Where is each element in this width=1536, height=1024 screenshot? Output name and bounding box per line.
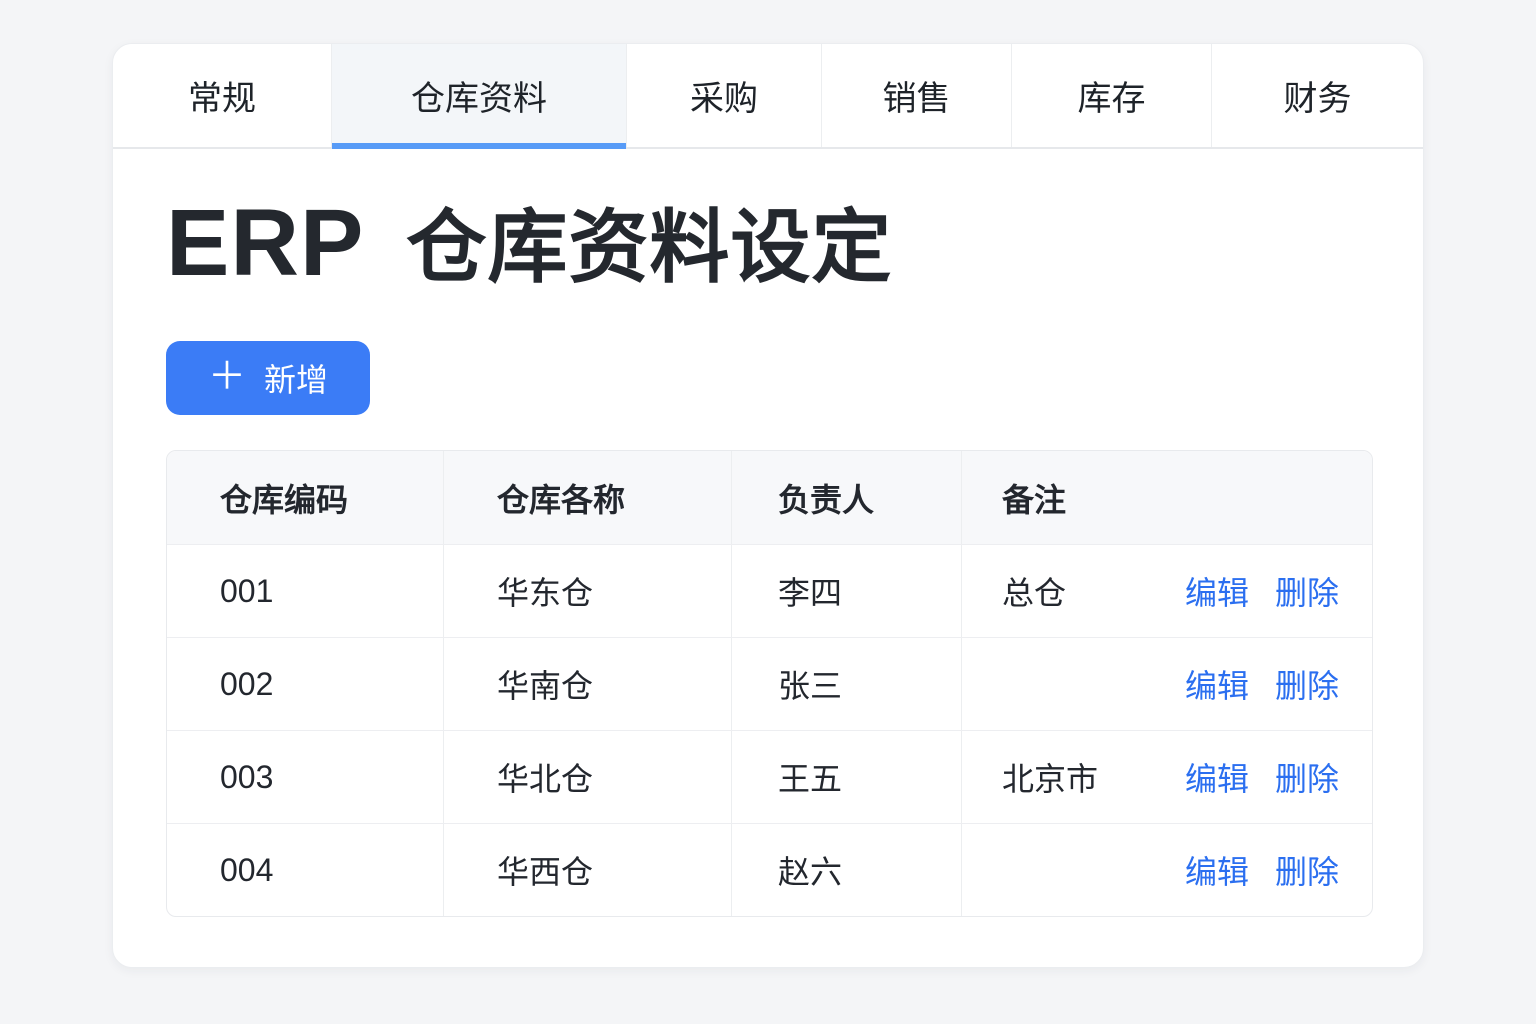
tab-panel-warehouse-info: ERP 仓库资料设定 ＋ 新增 仓库编码 仓库各称 负责人 备注 001 华东仓… bbox=[113, 196, 1423, 917]
cell-name: 华南仓 bbox=[444, 638, 732, 730]
tab-label: 仓库资料 bbox=[411, 80, 547, 118]
tab-general[interactable]: 常规 bbox=[113, 44, 331, 147]
edit-link[interactable]: 编辑 bbox=[1185, 847, 1249, 893]
cell-manager: 王五 bbox=[732, 731, 962, 823]
column-header-manager: 负责人 bbox=[732, 451, 962, 544]
plus-icon: ＋ bbox=[208, 356, 247, 398]
tab-finance[interactable]: 财务 bbox=[1211, 44, 1423, 147]
tab-label: 库存 bbox=[1077, 80, 1146, 118]
cell-code: 002 bbox=[167, 638, 444, 730]
warehouse-table: 仓库编码 仓库各称 负责人 备注 001 华东仓 李四 总仓 编辑 删除 002… bbox=[166, 450, 1373, 917]
cell-remark: 总仓 bbox=[1002, 575, 1067, 611]
tab-purchasing[interactable]: 采购 bbox=[626, 44, 821, 147]
cell-remark-actions: 编辑 删除 bbox=[962, 638, 1372, 730]
edit-link[interactable]: 编辑 bbox=[1185, 754, 1249, 800]
delete-link[interactable]: 删除 bbox=[1275, 661, 1339, 707]
delete-link[interactable]: 删除 bbox=[1275, 847, 1339, 893]
cell-code: 004 bbox=[167, 824, 444, 916]
row-actions: 编辑 删除 bbox=[1185, 568, 1339, 614]
row-actions: 编辑 删除 bbox=[1185, 661, 1339, 707]
table-row: 002 华南仓 张三 编辑 删除 bbox=[167, 637, 1372, 730]
column-header-remark-label: 备注 bbox=[1002, 481, 1067, 518]
page-title-erp: ERP bbox=[166, 190, 365, 296]
page-title: ERP 仓库资料设定 bbox=[166, 196, 1371, 291]
cell-remark-actions: 北京市 编辑 删除 bbox=[962, 731, 1372, 823]
tab-sales[interactable]: 销售 bbox=[821, 44, 1011, 147]
table-row: 004 华西仓 赵六 编辑 删除 bbox=[167, 823, 1372, 916]
cell-name: 华东仓 bbox=[444, 545, 732, 637]
row-actions: 编辑 删除 bbox=[1185, 847, 1339, 893]
cell-remark: 北京市 bbox=[1002, 761, 1099, 797]
cell-name: 华北仓 bbox=[444, 731, 732, 823]
cell-code: 003 bbox=[167, 731, 444, 823]
tab-label: 采购 bbox=[690, 80, 758, 118]
cell-manager: 张三 bbox=[732, 638, 962, 730]
tab-inventory[interactable]: 库存 bbox=[1011, 44, 1211, 147]
add-button-label: 新增 bbox=[264, 362, 329, 398]
edit-link[interactable]: 编辑 bbox=[1185, 661, 1249, 707]
cell-manager: 赵六 bbox=[732, 824, 962, 916]
cell-remark-actions: 总仓 编辑 删除 bbox=[962, 545, 1372, 637]
delete-link[interactable]: 删除 bbox=[1275, 754, 1339, 800]
tab-label: 销售 bbox=[882, 80, 951, 118]
cell-manager: 李四 bbox=[732, 545, 962, 637]
table-row: 003 华北仓 王五 北京市 编辑 删除 bbox=[167, 730, 1372, 823]
cell-code: 001 bbox=[167, 545, 444, 637]
erp-settings-card: 常规 仓库资料 采购 销售 库存 财务 ERP 仓库资料设定 ＋ 新增 仓库编码… bbox=[112, 43, 1424, 968]
table-header-row: 仓库编码 仓库各称 负责人 备注 bbox=[167, 451, 1372, 544]
column-header-code: 仓库编码 bbox=[167, 451, 444, 544]
tab-label: 常规 bbox=[188, 80, 256, 118]
add-warehouse-button[interactable]: ＋ 新增 bbox=[166, 341, 371, 415]
delete-link[interactable]: 删除 bbox=[1275, 568, 1339, 614]
cell-name: 华西仓 bbox=[444, 824, 732, 916]
cell-remark-actions: 编辑 删除 bbox=[962, 824, 1372, 916]
active-tab-indicator bbox=[332, 143, 626, 149]
row-actions: 编辑 删除 bbox=[1185, 754, 1339, 800]
tab-bar: 常规 仓库资料 采购 销售 库存 财务 bbox=[113, 44, 1423, 149]
tab-label: 财务 bbox=[1283, 80, 1352, 118]
column-header-remark: 备注 bbox=[962, 451, 1372, 544]
table-row: 001 华东仓 李四 总仓 编辑 删除 bbox=[167, 544, 1372, 637]
column-header-name: 仓库各称 bbox=[444, 451, 732, 544]
page-title-text: 仓库资料设定 bbox=[406, 203, 893, 292]
tab-warehouse-info[interactable]: 仓库资料 bbox=[331, 44, 626, 149]
edit-link[interactable]: 编辑 bbox=[1185, 568, 1249, 614]
